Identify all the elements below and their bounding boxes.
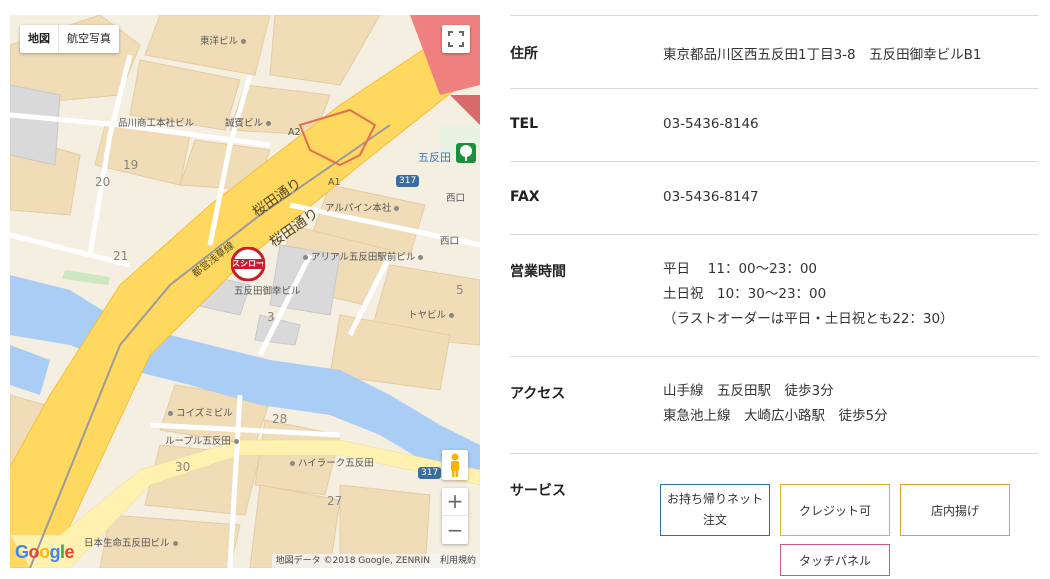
access-label: アクセス xyxy=(510,386,566,402)
block-number: 3 xyxy=(267,310,275,324)
store-info-table: 住所 東京都品川区西五反田1丁目3-8 五反田御幸ビルB1 TEL 03-543… xyxy=(510,15,1038,579)
block-number: 19 xyxy=(123,158,139,172)
exit-a2: A2 xyxy=(288,127,301,138)
place-nihon-seimei: 日本生命五反田ビル xyxy=(84,535,181,549)
map[interactable]: 桜田通り 桜田通り 都営浅草線 東洋ビル 品川商工本社ビル 誠賓ビル アルパイン… xyxy=(10,15,480,568)
tel-label: TEL xyxy=(510,116,539,132)
place-alpine-honsha: アルパイン本社 xyxy=(325,200,402,214)
block-number: 5 xyxy=(456,283,464,297)
place-gotanda-station: 五反田 xyxy=(418,151,451,164)
fullscreen-icon xyxy=(448,31,464,47)
place-arial-gotanda: アリアル五反田駅前ビル xyxy=(300,249,426,263)
zoom-out-button[interactable]: − xyxy=(442,516,468,544)
place-hilark-gotanda: ハイラーク五反田 xyxy=(287,455,374,469)
place-toya-bldg: トヤビル xyxy=(408,307,457,321)
fullscreen-button[interactable] xyxy=(442,25,470,53)
station-icon xyxy=(456,143,476,163)
info-row-fax: FAX 03-5436-8147 xyxy=(510,161,1038,234)
place-seihin-bldg: 誠賓ビル xyxy=(225,115,274,129)
store-marker-label: スシロー xyxy=(232,259,264,268)
map-type-map-button[interactable]: 地図 xyxy=(20,25,59,53)
block-number: 27 xyxy=(327,494,343,508)
address-label: 住所 xyxy=(510,46,538,62)
service-takeout-order-button[interactable]: お持ち帰りネット注文 xyxy=(660,484,770,536)
block-number: 30 xyxy=(175,460,191,474)
service-touch-panel-button[interactable]: タッチパネル xyxy=(780,544,890,576)
place-nishiguchi-1: 西口 xyxy=(446,193,466,204)
service-instore-fry-button[interactable]: 店内揚げ xyxy=(900,484,1010,536)
address-value: 東京都品川区西五反田1丁目3-8 五反田御幸ビルB1 xyxy=(663,47,982,63)
fax-label: FAX xyxy=(510,189,540,205)
hours-value: 平日 11：00〜23：00 土日祝 10：30〜23：00 （ラストオーダーは… xyxy=(663,257,954,356)
place-koizumi-bldg: コイズミビル xyxy=(165,405,233,419)
hours-line: （ラストオーダーは平日・土日祝とも22：30） xyxy=(663,311,954,327)
tel-value: 03-5436-8146 xyxy=(663,116,759,132)
service-credit-button[interactable]: クレジット可 xyxy=(780,484,890,536)
block-number: 28 xyxy=(272,412,288,426)
info-row-hours: 営業時間 平日 11：00〜23：00 土日祝 10：30〜23：00 （ラスト… xyxy=(510,234,1038,356)
place-gotanda-miyuki-bldg: 五反田御幸ビル xyxy=(234,286,301,297)
place-shinagawa-shoko: 品川商工本社ビル xyxy=(118,118,195,129)
access-line: 東急池上線 大崎広小路駅 徒歩5分 xyxy=(663,408,888,424)
route-shield: 317 xyxy=(418,467,442,479)
place-nishiguchi-2: 西口 xyxy=(440,236,460,247)
terms-link[interactable]: 利用規約 xyxy=(440,554,476,568)
map-attribution: 地図データ ©2018 Google, ZENRIN 利用規約 xyxy=(271,554,480,568)
info-row-tel: TEL 03-5436-8146 xyxy=(510,88,1038,161)
exit-a1: A1 xyxy=(328,177,341,188)
hours-line: 平日 11：00〜23：00 xyxy=(663,261,818,277)
access-line: 山手線 五反田駅 徒歩3分 xyxy=(663,383,834,399)
info-row-access: アクセス 山手線 五反田駅 徒歩3分 東急池上線 大崎広小路駅 徒歩5分 xyxy=(510,356,1038,453)
hours-line: 土日祝 10：30〜23：00 xyxy=(663,286,827,302)
place-toyo-bldg: 東洋ビル xyxy=(200,33,249,47)
google-logo[interactable]: Google xyxy=(15,542,75,563)
access-value: 山手線 五反田駅 徒歩3分 東急池上線 大崎広小路駅 徒歩5分 xyxy=(663,379,888,453)
place-louvre-gotanda: ループル五反田 xyxy=(165,433,242,447)
services-label: サービス xyxy=(510,483,566,499)
route-shield: 317 xyxy=(396,175,420,187)
block-number: 20 xyxy=(95,175,111,189)
pegman-icon xyxy=(451,453,459,477)
fax-value: 03-5436-8147 xyxy=(663,189,759,205)
block-number: 21 xyxy=(113,249,129,263)
map-type-satellite-button[interactable]: 航空写真 xyxy=(59,25,119,53)
map-data-credit: 地図データ ©2018 Google, ZENRIN xyxy=(275,556,430,566)
map-type-control[interactable]: 地図 航空写真 xyxy=(20,25,119,53)
hours-label: 営業時間 xyxy=(510,264,566,280)
zoom-in-button[interactable]: + xyxy=(442,488,468,516)
store-marker-icon[interactable]: スシロー xyxy=(230,246,266,282)
street-view-button[interactable] xyxy=(442,450,468,480)
info-row-address: 住所 東京都品川区西五反田1丁目3-8 五反田御幸ビルB1 xyxy=(510,15,1038,88)
info-row-services: サービス お持ち帰りネット注文 クレジット可 店内揚げ タッチパネル xyxy=(510,453,1038,579)
zoom-control[interactable]: + − xyxy=(442,488,468,544)
